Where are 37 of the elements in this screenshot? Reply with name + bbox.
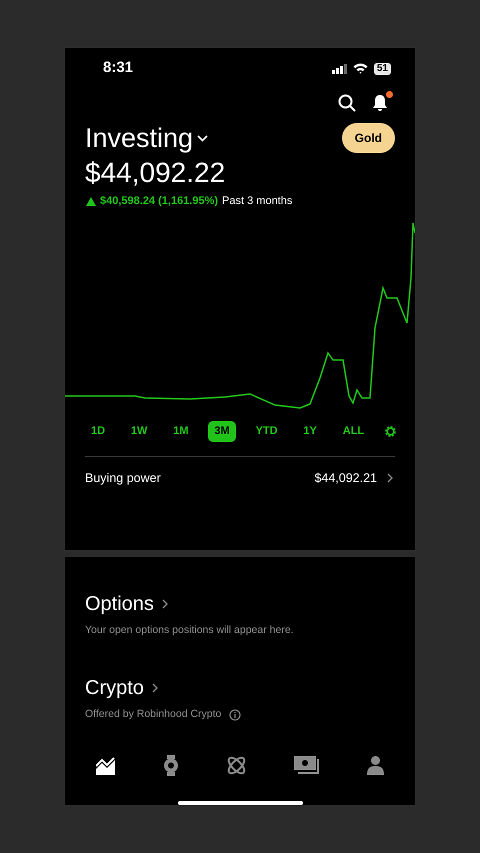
chevron-right-icon xyxy=(387,472,393,483)
range-tab[interactable]: YTD xyxy=(250,421,284,442)
range-tab[interactable]: ALL xyxy=(336,421,370,442)
range-tab[interactable]: 1Y xyxy=(297,421,323,442)
battery-level: 51 xyxy=(374,62,391,74)
buying-power-row[interactable]: Buying power $44,092.21 xyxy=(65,468,415,488)
chevron-down-icon[interactable] xyxy=(197,134,208,142)
portfolio-value: $44,092.22 xyxy=(84,156,226,190)
watch-icon[interactable] xyxy=(162,755,180,776)
search-icon[interactable] xyxy=(338,94,356,112)
account-title[interactable]: Investing xyxy=(85,121,194,155)
range-tab[interactable]: 3M xyxy=(208,421,236,442)
chart-icon[interactable] xyxy=(96,756,116,774)
buying-power-label: Buying power xyxy=(85,470,161,487)
cash-icon[interactable] xyxy=(294,756,320,775)
change-period: Past 3 months xyxy=(222,194,292,209)
orbit-icon[interactable] xyxy=(226,755,248,776)
bell-icon[interactable] xyxy=(372,94,390,112)
range-tab[interactable]: 1M xyxy=(167,421,195,442)
range-tab[interactable]: 1D xyxy=(85,421,112,442)
person-icon[interactable] xyxy=(366,756,384,775)
status-time: 8:31 xyxy=(103,58,134,78)
buying-power-value: $44,092.21 xyxy=(314,470,377,486)
membership-badge[interactable]: Gold xyxy=(342,123,395,153)
change-amount: $40,598.24 (1,161.95%) xyxy=(100,194,218,209)
signal-icon xyxy=(332,64,347,74)
chevron-right-icon[interactable] xyxy=(162,599,168,609)
up-triangle-icon xyxy=(86,196,96,206)
section-title[interactable]: Options xyxy=(85,591,154,617)
chevron-right-icon[interactable] xyxy=(152,682,158,693)
wifi-icon xyxy=(352,63,368,74)
section-subtitle: Offered by Robinhood Crypto xyxy=(85,706,222,722)
settings-icon[interactable] xyxy=(384,425,397,438)
range-tab[interactable]: 1W xyxy=(124,421,154,442)
info-icon[interactable] xyxy=(229,708,242,721)
section-subtitle: Your open options positions will appear here. xyxy=(85,623,294,638)
section-title[interactable]: Crypto xyxy=(85,674,144,701)
